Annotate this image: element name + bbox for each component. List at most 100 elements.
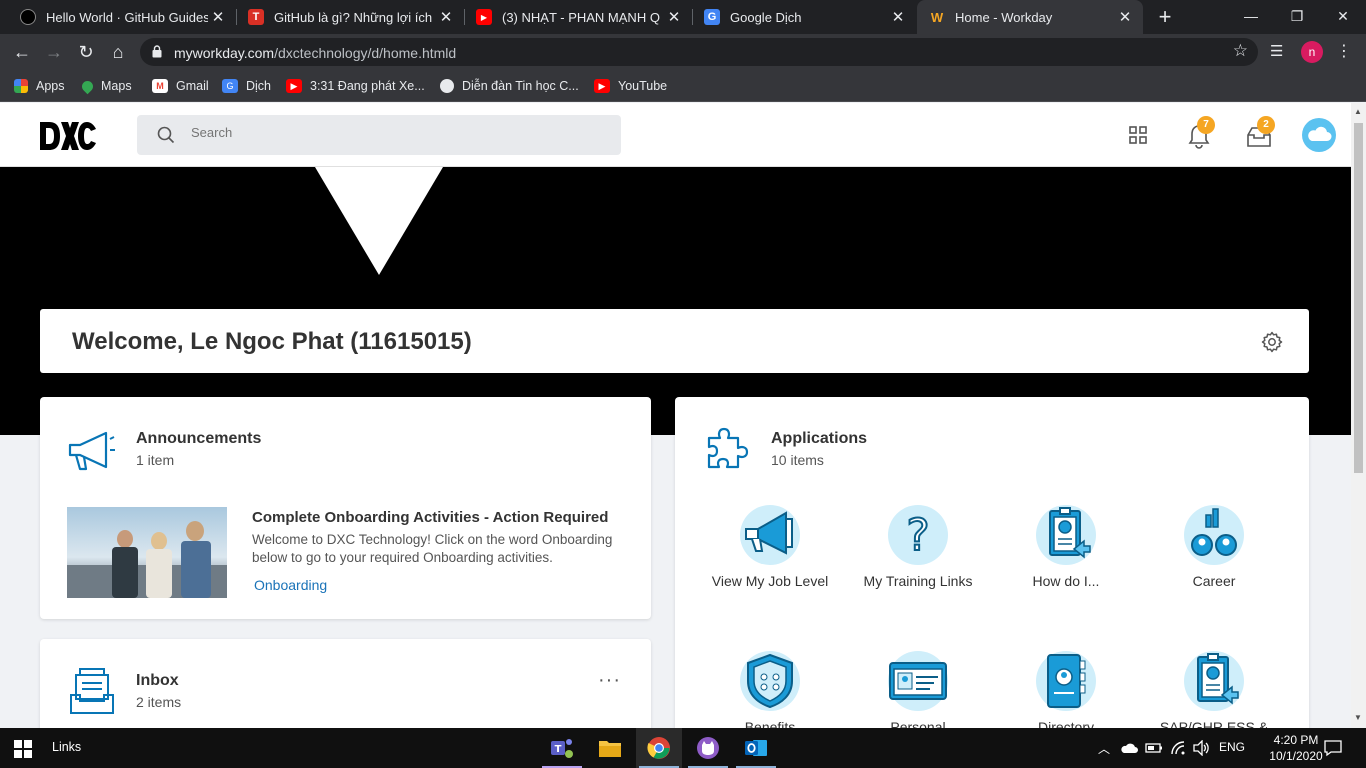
megaphone-icon — [68, 431, 115, 471]
bookmark-label: Maps — [101, 79, 132, 93]
close-window-button[interactable]: ✕ — [1320, 0, 1366, 34]
app-career[interactable]: Career — [1144, 505, 1284, 589]
gmail-icon: M — [152, 79, 168, 93]
forward-button[interactable]: → — [42, 40, 66, 64]
teams-icon[interactable]: T — [539, 728, 585, 768]
google-translate-icon: G — [704, 9, 720, 25]
battery-icon[interactable] — [1145, 742, 1163, 754]
bookmarks-bar: Apps Maps M Gmail G Dịch ▶ 3:31 Đang phá… — [0, 70, 1366, 102]
clock-time: 4:20 PM — [1273, 733, 1319, 747]
system-clock[interactable]: 4:20 PM 10/1/2020 — [1266, 732, 1326, 764]
tab-github-guides[interactable]: Hello World · GitHub Guides ✕ — [8, 0, 236, 34]
career-people-icon — [1184, 505, 1244, 565]
back-button[interactable]: ← — [10, 40, 34, 64]
bookmark-star-icon[interactable]: ☆ — [1233, 41, 1248, 61]
inbox-title[interactable]: Inbox — [136, 672, 179, 690]
scrollbar-thumb[interactable] — [1354, 123, 1363, 473]
onboarding-link[interactable]: Onboarding — [254, 577, 327, 593]
bookmark-gmail[interactable]: M Gmail — [152, 77, 209, 95]
tab-title: (3) NHẠT - PHAN MẠNH Q — [502, 9, 660, 25]
github-icon — [20, 9, 36, 25]
profile-avatar[interactable]: n — [1301, 41, 1323, 63]
bookmark-translate[interactable]: G Dịch — [222, 77, 271, 95]
inbox-badge: 2 — [1257, 116, 1275, 134]
close-icon[interactable]: ✕ — [208, 8, 228, 26]
notification-badge: 7 — [1197, 116, 1215, 134]
bookmark-youtube-xe[interactable]: ▶ 3:31 Đang phát Xe... — [286, 77, 425, 95]
gear-icon[interactable] — [1261, 331, 1283, 353]
clipboard-share-icon — [1184, 651, 1244, 711]
app-my-training-links[interactable]: ? My Training Links — [848, 505, 988, 589]
app-personal[interactable]: Personal — [848, 651, 988, 735]
bookmark-maps[interactable]: Maps — [79, 77, 132, 95]
scroll-down-arrow-icon[interactable]: ▼ — [1354, 713, 1362, 722]
bookmark-youtube[interactable]: ▶ YouTube — [594, 77, 667, 95]
media-queue-icon[interactable]: ☰ — [1270, 42, 1290, 62]
clock-date: 10/1/2020 — [1269, 749, 1323, 763]
minimize-button[interactable]: — — [1228, 0, 1274, 34]
close-icon[interactable]: ✕ — [1115, 8, 1135, 26]
browser-toolbar: ← → ↻ ⌂ myworkday.com/dxctechnology/d/ho… — [0, 34, 1366, 70]
applications-count: 10 items — [771, 452, 824, 468]
tab-google-translate[interactable]: G Google Dịch ✕ — [692, 0, 916, 34]
inbox-stack-icon — [70, 668, 114, 714]
announcement-item-title[interactable]: Complete Onboarding Activities - Action … — [252, 509, 608, 526]
tab-youtube-music[interactable]: ▶ (3) NHẠT - PHAN MẠNH Q ✕ — [464, 0, 692, 34]
browser-tab-strip: Hello World · GitHub Guides ✕ T GitHub l… — [0, 0, 1366, 34]
apps-grid-icon[interactable] — [1127, 124, 1149, 146]
language-indicator[interactable]: ENG — [1219, 740, 1245, 754]
app-label: Career — [1192, 573, 1236, 589]
page-scrollbar[interactable]: ▲ ▼ — [1351, 103, 1366, 728]
more-options-icon[interactable]: ··· — [598, 669, 621, 692]
outlook-icon[interactable] — [733, 728, 779, 768]
restore-button[interactable]: ❐ — [1274, 0, 1320, 34]
windows-taskbar: Links T ︿ ENG 4:20 PM 10/1/2020 — [0, 728, 1366, 768]
chrome-icon[interactable] — [636, 728, 682, 768]
clipboard-chart-icon — [1036, 505, 1096, 565]
user-avatar-cloud[interactable] — [1302, 118, 1336, 152]
hero-triangle-graphic — [315, 167, 443, 275]
bookmark-apps[interactable]: Apps — [14, 77, 65, 95]
close-icon[interactable]: ✕ — [888, 8, 908, 26]
applications-title[interactable]: Applications — [771, 430, 867, 448]
app-how-do-i[interactable]: How do I... — [996, 505, 1136, 589]
close-icon[interactable]: ✕ — [436, 8, 456, 26]
svg-text:?: ? — [906, 510, 929, 561]
browser-menu-icon[interactable]: ⋮ — [1336, 41, 1352, 61]
bookmark-label: 3:31 Đang phát Xe... — [310, 79, 425, 93]
new-tab-button[interactable]: + — [1152, 4, 1178, 30]
announcements-title[interactable]: Announcements — [136, 430, 261, 448]
tab-github-la-gi[interactable]: T GitHub là gì? Những lợi ích Git ✕ — [236, 0, 464, 34]
app-benefits[interactable]: Benefits — [700, 651, 840, 735]
app-label: My Training Links — [863, 573, 973, 589]
wifi-icon[interactable] — [1170, 740, 1186, 756]
windows-start-icon[interactable] — [14, 740, 32, 758]
links-toolbar[interactable]: Links — [52, 740, 81, 754]
globe-icon — [440, 79, 454, 93]
app-view-my-job-level[interactable]: View My Job Level — [700, 505, 840, 589]
megaphone-icon — [740, 505, 800, 565]
dxc-logo[interactable] — [40, 122, 98, 150]
action-center-icon[interactable] — [1324, 739, 1342, 757]
announcement-image[interactable] — [67, 507, 227, 598]
search-bar[interactable] — [137, 115, 621, 155]
bookmark-dien-dan[interactable]: Diễn đàn Tin học C... — [440, 77, 579, 95]
t-icon: T — [248, 9, 264, 25]
onedrive-icon[interactable] — [1120, 742, 1138, 754]
tab-workday-home[interactable]: W Home - Workday ✕ — [917, 0, 1143, 34]
speaker-icon[interactable] — [1192, 740, 1210, 756]
tab-title: Home - Workday — [955, 9, 1053, 25]
url-domain: myworkday.com — [174, 45, 275, 61]
file-explorer-icon[interactable] — [587, 728, 633, 768]
search-input[interactable] — [191, 125, 591, 140]
cat-app-icon[interactable] — [685, 728, 731, 768]
scroll-up-arrow-icon[interactable]: ▲ — [1354, 107, 1362, 116]
close-icon[interactable]: ✕ — [664, 8, 684, 26]
reload-button[interactable]: ↻ — [74, 40, 98, 64]
address-bar[interactable]: myworkday.com/dxctechnology/d/home.htmld… — [140, 38, 1258, 66]
app-directory[interactable]: Directory — [996, 651, 1136, 735]
home-button[interactable]: ⌂ — [106, 40, 130, 64]
apps-grid-icon — [14, 79, 28, 93]
directory-book-icon — [1036, 651, 1096, 711]
tray-chevron-icon[interactable]: ︿ — [1098, 740, 1110, 757]
